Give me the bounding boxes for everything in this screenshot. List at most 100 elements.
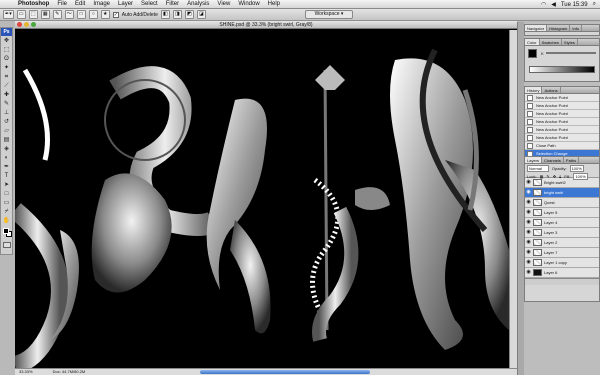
tab-histogram[interactable]: Histogram <box>547 25 571 31</box>
menu-analysis[interactable]: Analysis <box>183 0 213 9</box>
history-item[interactable]: New Anchor Point <box>525 94 599 102</box>
visibility-eye-icon[interactable]: ◉ <box>526 240 531 245</box>
path-intersect-button[interactable]: ◩ <box>184 10 194 19</box>
opacity-field[interactable]: 100% <box>569 165 584 172</box>
shape-layers-button[interactable]: ▭ <box>16 10 26 19</box>
layer-row[interactable]: ◉ Layer 2 <box>525 238 599 248</box>
zoom-level[interactable]: 33.33% <box>19 369 33 375</box>
eraser-tool-icon[interactable]: ▱ <box>1 127 12 135</box>
healing-brush-tool-icon[interactable]: ✚ <box>1 91 12 99</box>
ps-logo-icon[interactable]: Ps <box>1 28 12 36</box>
visibility-eye-icon[interactable]: ◉ <box>526 210 531 215</box>
ellipse-shape-button[interactable]: ○ <box>88 10 98 19</box>
eyedropper-tool-icon[interactable]: ⌿ <box>1 208 12 216</box>
tab-color[interactable]: Color <box>525 39 540 45</box>
visibility-eye-icon[interactable]: ◉ <box>526 190 531 195</box>
slice-tool-icon[interactable]: ⟋ <box>1 82 12 90</box>
menu-edit[interactable]: Edit <box>71 0 89 9</box>
layer-row[interactable]: ◉ Layer 3 <box>525 228 599 238</box>
tab-layers[interactable]: Layers <box>525 157 543 163</box>
path-exclude-button[interactable]: ◪ <box>196 10 206 19</box>
menu-window[interactable]: Window <box>234 0 263 9</box>
tab-paths[interactable]: Paths <box>564 157 580 163</box>
layer-row[interactable]: ◉ Layer 4 <box>525 218 599 228</box>
menu-help[interactable]: Help <box>264 0 284 9</box>
lock-position-icon[interactable]: ✥ <box>553 174 556 179</box>
vertical-scrollbar[interactable] <box>509 30 517 369</box>
history-item[interactable]: New Anchor Point <box>525 102 599 110</box>
canvas[interactable] <box>15 30 509 369</box>
layer-row[interactable]: ◉ Layer 1 copy <box>525 258 599 268</box>
rectangle-shape-button[interactable]: □ <box>76 10 86 19</box>
menu-view[interactable]: View <box>213 0 234 9</box>
clock[interactable]: Tue 15:39 <box>561 2 588 8</box>
k-slider[interactable] <box>545 52 596 54</box>
layer-row[interactable]: ◉ Layer 5 <box>525 208 599 218</box>
workspace-button[interactable]: Workspace ▾ <box>305 10 353 19</box>
shape-tool-icon[interactable]: □ <box>1 190 12 198</box>
path-selection-tool-icon[interactable]: ➤ <box>1 181 12 189</box>
gradient-tool-icon[interactable]: ▤ <box>1 136 12 144</box>
menu-layer[interactable]: Layer <box>114 0 137 9</box>
color-ramp[interactable] <box>529 66 595 73</box>
tab-actions[interactable]: Actions <box>542 87 561 93</box>
layer-row[interactable]: ◉ Layer 7 <box>525 248 599 258</box>
brush-tool-icon[interactable]: ✎ <box>1 100 12 108</box>
type-tool-icon[interactable]: T <box>1 172 12 180</box>
paths-button[interactable]: ⬚ <box>28 10 38 19</box>
visibility-eye-icon[interactable]: ◉ <box>526 230 531 235</box>
menu-photoshop[interactable]: Photoshop <box>14 0 53 9</box>
lasso-tool-icon[interactable]: ʘ <box>1 55 12 63</box>
pen-button[interactable]: ✎ <box>52 10 62 19</box>
minimize-window-button[interactable] <box>24 22 29 27</box>
auto-add-delete-checkbox[interactable]: ✓ <box>112 11 119 18</box>
hand-tool-icon[interactable]: ✋ <box>1 217 12 225</box>
tab-channels[interactable]: Channels <box>542 157 564 163</box>
path-add-button[interactable]: ◧ <box>160 10 170 19</box>
fill-field[interactable]: 100% <box>573 173 588 180</box>
marquee-tool-icon[interactable]: ⬚ <box>1 46 12 54</box>
blur-tool-icon[interactable]: ◈ <box>1 145 12 153</box>
tab-history[interactable]: History <box>525 87 543 93</box>
pen-tool-preset-button[interactable]: ✒▾ <box>3 10 14 19</box>
layer-row[interactable]: ◉ Layer 6 <box>525 268 599 278</box>
tab-swatches[interactable]: Swatches <box>540 39 562 45</box>
volume-icon[interactable]: ◀ <box>551 1 556 8</box>
magic-wand-tool-icon[interactable]: ✦ <box>1 64 12 72</box>
pen-tool-icon[interactable]: ✒ <box>1 163 12 171</box>
quick-mask-button[interactable] <box>3 242 11 248</box>
tab-navigator[interactable]: Navigator <box>525 25 548 31</box>
foreground-color-swatch[interactable] <box>3 228 9 234</box>
visibility-eye-icon[interactable]: ◉ <box>526 260 531 265</box>
visibility-eye-icon[interactable]: ◉ <box>526 180 531 185</box>
layer-row[interactable]: ◉ Bright swirl2 <box>525 178 599 188</box>
history-item[interactable]: Close Path <box>525 142 599 150</box>
horizontal-scroll-thumb[interactable] <box>200 370 370 374</box>
freeform-pen-button[interactable]: 〜 <box>64 10 74 19</box>
crop-tool-icon[interactable]: ⌗ <box>1 73 12 81</box>
visibility-eye-icon[interactable]: ◉ <box>526 270 531 275</box>
fill-pixels-button[interactable]: ▦ <box>40 10 50 19</box>
lock-image-icon[interactable]: ✎ <box>546 174 549 179</box>
tab-info[interactable]: Info <box>570 25 583 31</box>
notes-tool-icon[interactable]: ▭ <box>1 199 12 207</box>
path-subtract-button[interactable]: ◨ <box>172 10 182 19</box>
menu-filter[interactable]: Filter <box>162 0 183 9</box>
custom-shape-button[interactable]: ★ <box>100 10 110 19</box>
dodge-tool-icon[interactable]: ◐ <box>1 154 12 162</box>
menu-file[interactable]: File <box>53 0 71 9</box>
menu-select[interactable]: Select <box>137 0 162 9</box>
menu-image[interactable]: Image <box>89 0 114 9</box>
history-item[interactable]: New Anchor Point <box>525 110 599 118</box>
visibility-eye-icon[interactable]: ◉ <box>526 220 531 225</box>
layer-row[interactable]: ◉ bright swirl <box>525 188 599 198</box>
history-brush-tool-icon[interactable]: ↺ <box>1 118 12 126</box>
close-window-button[interactable] <box>17 22 22 27</box>
history-item[interactable]: New Anchor Point <box>525 118 599 126</box>
history-item[interactable]: New Anchor Point <box>525 134 599 142</box>
visibility-eye-icon[interactable]: ◉ <box>526 250 531 255</box>
tab-styles[interactable]: Styles <box>562 39 578 45</box>
clone-stamp-tool-icon[interactable]: ⊥ <box>1 109 12 117</box>
layer-row[interactable]: ◉ Quest <box>525 198 599 208</box>
color-fg-swatch[interactable] <box>528 49 537 58</box>
